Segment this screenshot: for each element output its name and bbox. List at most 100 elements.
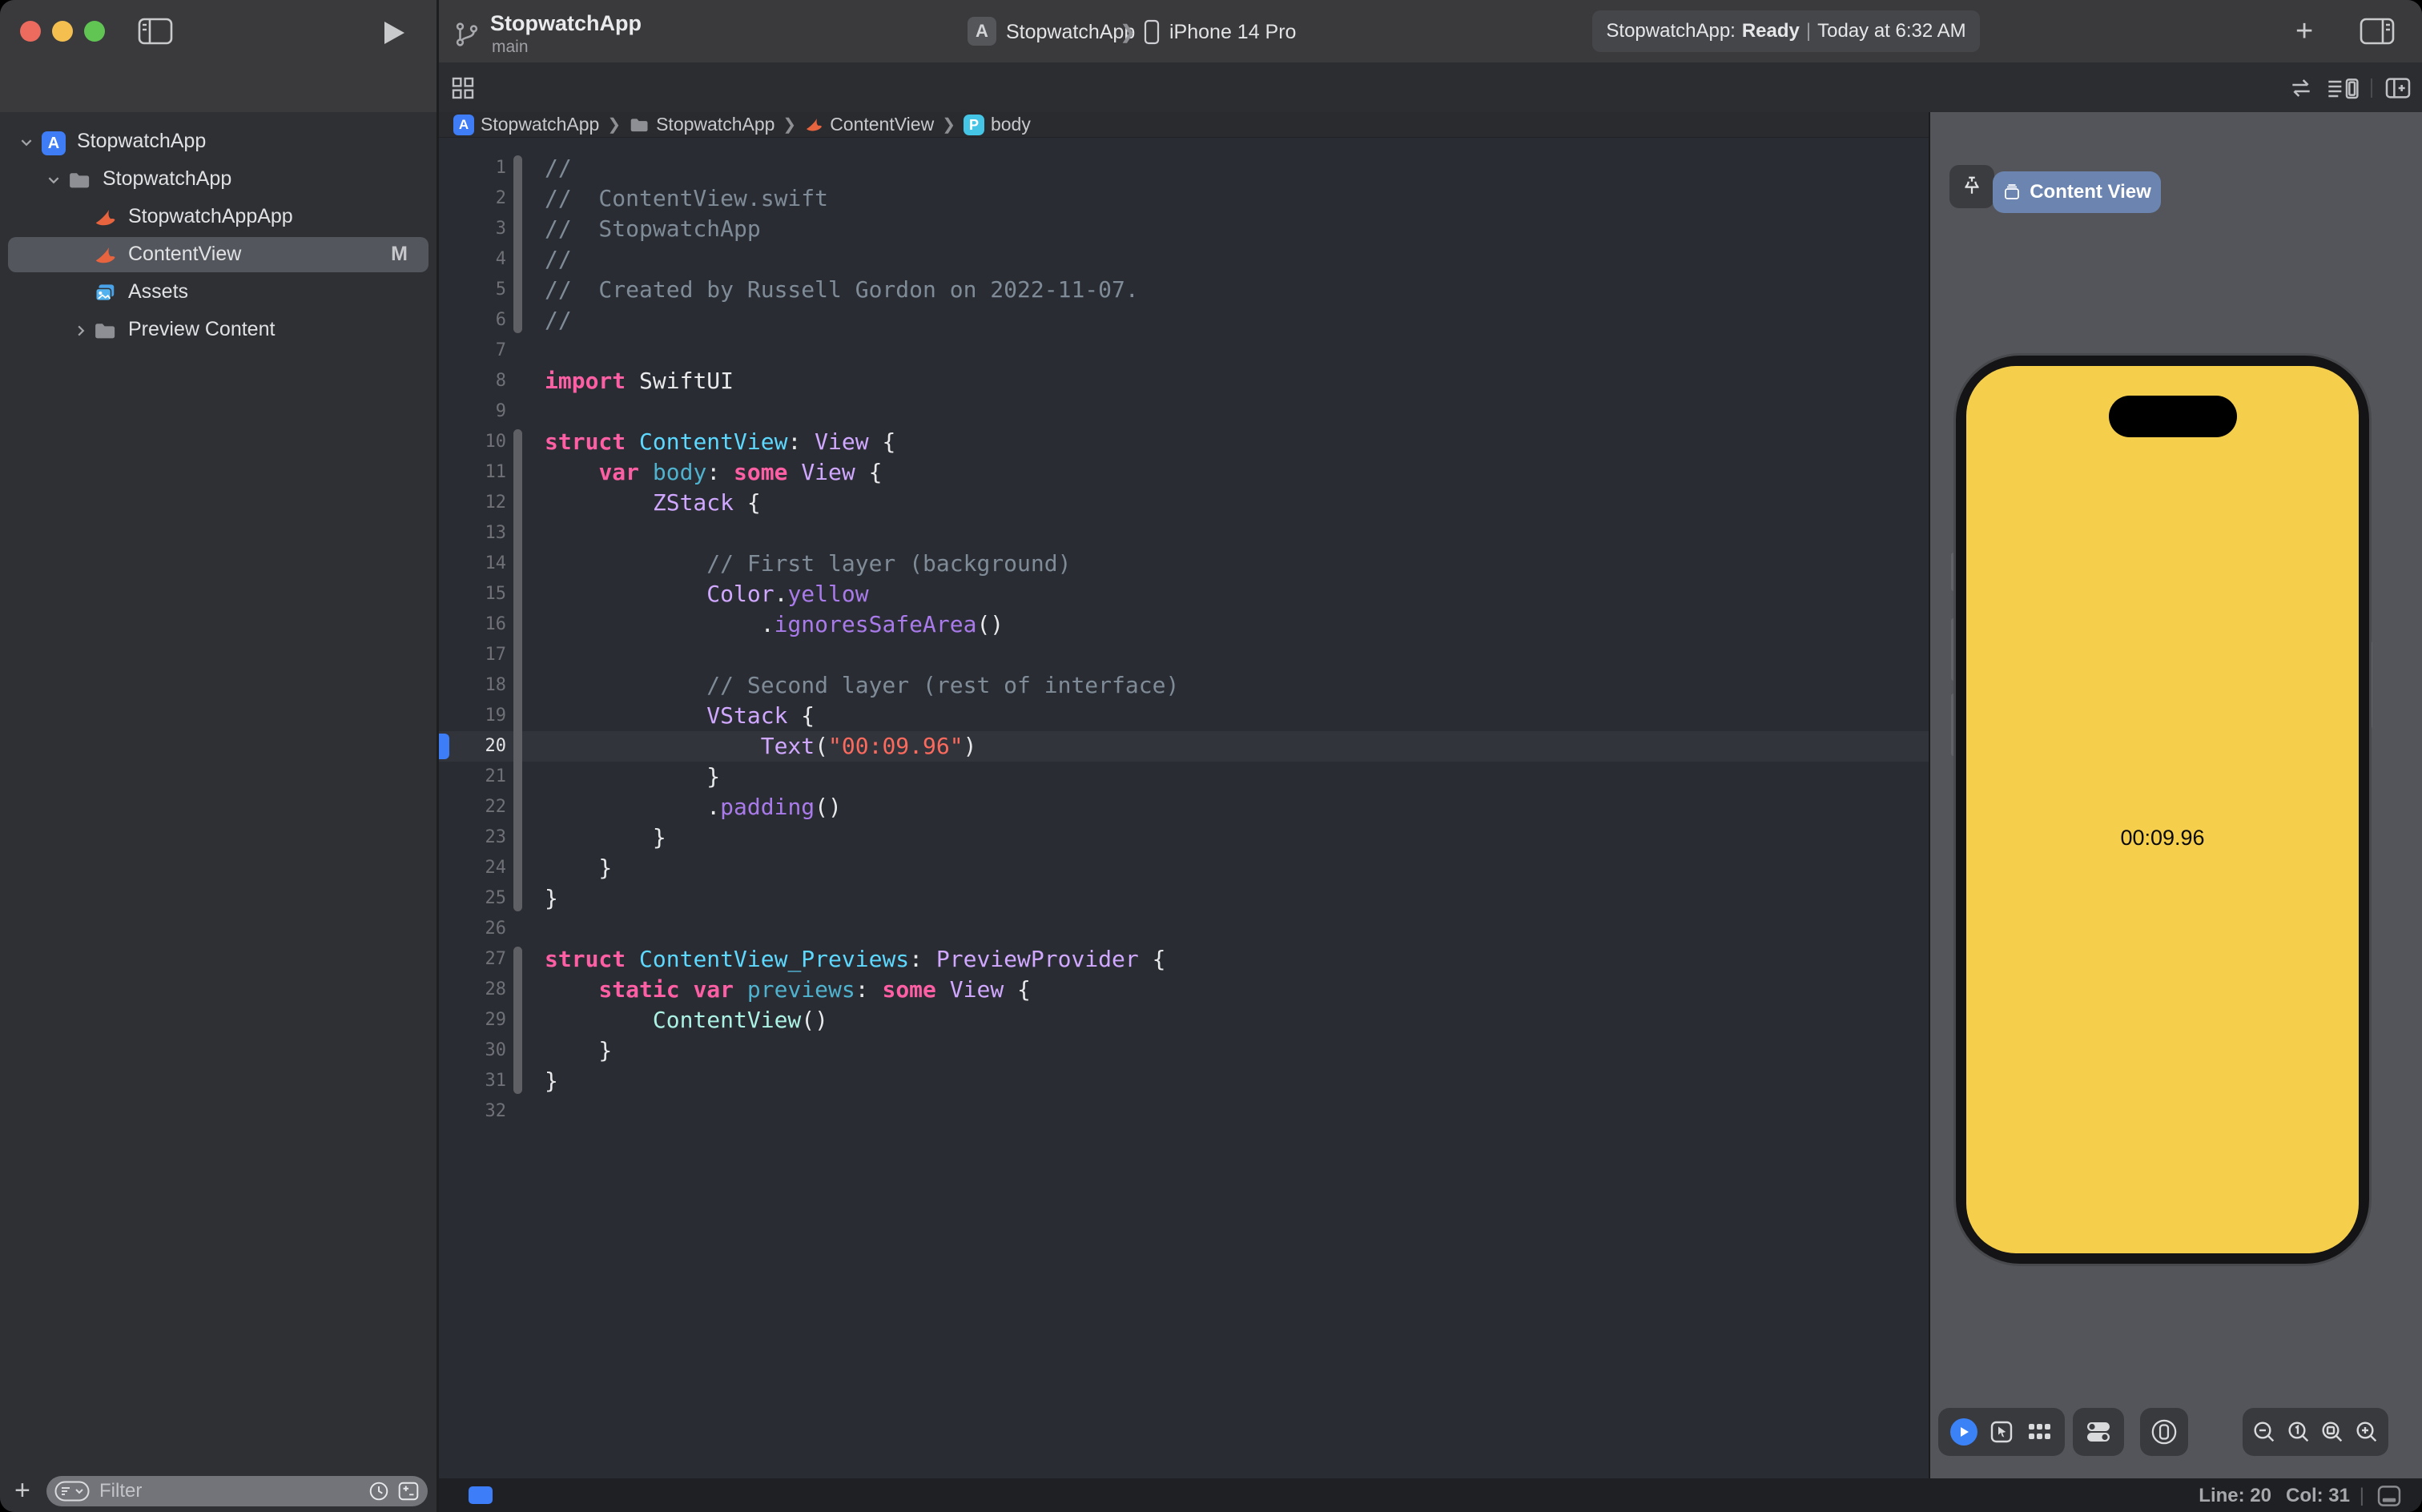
breadcrumb-symbol[interactable]: P body xyxy=(963,114,1031,135)
code-line-17[interactable]: 17 xyxy=(439,640,1929,670)
breadcrumb-file[interactable]: ContentView xyxy=(804,114,934,135)
zoom-out-button[interactable] xyxy=(2251,1419,2277,1445)
line-number[interactable]: 17 xyxy=(439,640,507,670)
line-col-indicator[interactable]: Line: 20 Col: 31 xyxy=(2199,1485,2350,1507)
sidebar-item-assets[interactable]: Assets xyxy=(0,274,437,312)
editor-layout-icon[interactable] xyxy=(2376,1484,2403,1508)
code-line-32[interactable]: 32 xyxy=(439,1096,1929,1127)
line-number[interactable]: 7 xyxy=(439,336,506,366)
preview-target-pill[interactable]: Content View xyxy=(1993,171,2161,213)
add-editor-icon[interactable] xyxy=(2384,75,2412,101)
code-line-28[interactable]: 28 static var previews: some View { xyxy=(439,975,1929,1005)
code-line-3[interactable]: 3 // StopwatchApp xyxy=(439,214,1929,244)
code-line-31[interactable]: 31} xyxy=(439,1066,1929,1096)
sidebar-item-contentview[interactable]: ContentView M xyxy=(0,236,437,274)
recent-filter-clock-icon[interactable] xyxy=(368,1481,389,1502)
code-line-21[interactable]: 21 } xyxy=(439,762,1929,792)
code-line-11[interactable]: 11 var body: some View { xyxy=(439,457,1929,488)
line-number[interactable]: 12 xyxy=(439,488,507,518)
device-settings-button[interactable] xyxy=(2084,1419,2113,1445)
scheme-project[interactable]: StopwatchApp xyxy=(1006,21,1135,44)
line-number[interactable]: 26 xyxy=(439,914,507,944)
code-line-12[interactable]: 12 ZStack { xyxy=(439,488,1929,518)
line-number[interactable]: 15 xyxy=(439,579,507,609)
line-number[interactable]: 10 xyxy=(439,427,507,457)
disclosure-triangle[interactable] xyxy=(74,324,88,338)
line-number[interactable]: 31 xyxy=(439,1066,507,1096)
toggle-left-sidebar-icon[interactable] xyxy=(138,18,173,45)
preview-screen[interactable]: 00:09.96 xyxy=(1966,366,2359,1253)
code-line-8[interactable]: 8 import SwiftUI xyxy=(439,366,1929,396)
code-line-13[interactable]: 13 xyxy=(439,518,1929,549)
code-line-27[interactable]: 27 struct ContentView_Previews: PreviewPr… xyxy=(439,944,1929,975)
line-number[interactable]: 21 xyxy=(439,762,507,792)
code-line-18[interactable]: 18 // Second layer (rest of interface) xyxy=(439,670,1929,701)
code-line-25[interactable]: 25} xyxy=(439,883,1929,914)
scheme-app-icon[interactable]: A xyxy=(968,17,996,46)
line-number[interactable]: 9 xyxy=(439,396,506,427)
scheme-device[interactable]: iPhone 14 Pro xyxy=(1169,21,1296,44)
code-line-14[interactable]: 14 // First layer (background) xyxy=(439,549,1929,579)
code-line-19[interactable]: 19 VStack { xyxy=(439,701,1929,731)
code-line-16[interactable]: 16 .ignoresSafeArea() xyxy=(439,609,1929,640)
line-number[interactable]: 8 xyxy=(439,366,506,396)
filter-options-icon[interactable] xyxy=(54,1481,90,1502)
sidebar-divider[interactable] xyxy=(437,0,439,1512)
line-number[interactable]: 22 xyxy=(439,792,507,822)
line-number[interactable]: 32 xyxy=(439,1096,507,1127)
code-line-7[interactable]: 7 xyxy=(439,336,1929,366)
sidebar-item-stopwatchapp[interactable]: A StopwatchApp xyxy=(0,123,437,161)
add-file-button[interactable]: + xyxy=(14,1475,30,1506)
line-number[interactable]: 18 xyxy=(439,670,507,701)
code-line-29[interactable]: 29 ContentView() xyxy=(439,1005,1929,1035)
variants-mode-button[interactable] xyxy=(2026,1420,2054,1444)
line-number[interactable]: 11 xyxy=(439,457,507,488)
live-preview-button[interactable] xyxy=(1949,1418,1977,1446)
line-number[interactable]: 13 xyxy=(439,518,507,549)
scope-filter-icon[interactable] xyxy=(397,1481,420,1502)
line-number[interactable]: 19 xyxy=(439,701,507,731)
editor-indicator-icon[interactable] xyxy=(469,1486,493,1504)
selectable-mode-button[interactable] xyxy=(1989,1419,2014,1445)
line-number[interactable]: 30 xyxy=(439,1035,507,1066)
code-line-20[interactable]: 20 Text("00:09.96") xyxy=(439,731,1929,762)
disclosure-triangle[interactable] xyxy=(46,173,61,187)
code-line-23[interactable]: 23 } xyxy=(439,822,1929,853)
device-bezel-button[interactable] xyxy=(2150,1418,2178,1446)
line-number[interactable]: 4 xyxy=(439,244,506,275)
library-plus-button[interactable]: + xyxy=(2295,14,2313,49)
source-editor[interactable]: 1 // 2 // ContentView.swift 3 // StopwatchApp… xyxy=(439,138,1929,1478)
zoom-fit-button[interactable] xyxy=(2319,1419,2345,1445)
pin-preview-button[interactable] xyxy=(1949,165,1994,208)
sidebar-item-stopwatchapp[interactable]: StopwatchApp xyxy=(0,161,437,199)
line-number[interactable]: 23 xyxy=(439,822,507,853)
code-line-15[interactable]: 15 Color.yellow xyxy=(439,579,1929,609)
code-line-10[interactable]: 10 struct ContentView: View { xyxy=(439,427,1929,457)
code-line-5[interactable]: 5 // Created by Russell Gordon on 2022-11… xyxy=(439,275,1929,305)
line-number[interactable]: 3 xyxy=(439,214,506,244)
run-button[interactable] xyxy=(383,21,405,45)
zoom-window-button[interactable] xyxy=(84,21,105,42)
line-number[interactable]: 29 xyxy=(439,1005,507,1035)
line-number[interactable]: 14 xyxy=(439,549,507,579)
toggle-right-sidebar-icon[interactable] xyxy=(2360,18,2395,45)
close-window-button[interactable] xyxy=(20,21,41,42)
zoom-100-button[interactable] xyxy=(2286,1419,2311,1445)
code-line-6[interactable]: 6 // xyxy=(439,305,1929,336)
line-number[interactable]: 2 xyxy=(439,183,506,214)
code-line-26[interactable]: 26 xyxy=(439,914,1929,944)
line-number[interactable]: 28 xyxy=(439,975,507,1005)
code-line-30[interactable]: 30 } xyxy=(439,1035,1929,1066)
line-number[interactable]: 25 xyxy=(439,883,507,914)
line-number[interactable]: 24 xyxy=(439,853,507,883)
code-line-24[interactable]: 24 } xyxy=(439,853,1929,883)
code-line-2[interactable]: 2 // ContentView.swift xyxy=(439,183,1929,214)
breadcrumb-group[interactable]: StopwatchApp xyxy=(629,114,774,135)
code-line-4[interactable]: 4 // xyxy=(439,244,1929,275)
breadcrumb-project[interactable]: A StopwatchApp xyxy=(453,114,599,135)
sidebar-item-stopwatchappapp[interactable]: StopwatchAppApp xyxy=(0,199,437,236)
code-line-22[interactable]: 22 .padding() xyxy=(439,792,1929,822)
line-number[interactable]: 20 xyxy=(439,731,507,762)
related-items-icon[interactable] xyxy=(450,75,476,101)
line-number[interactable]: 27 xyxy=(439,944,507,975)
